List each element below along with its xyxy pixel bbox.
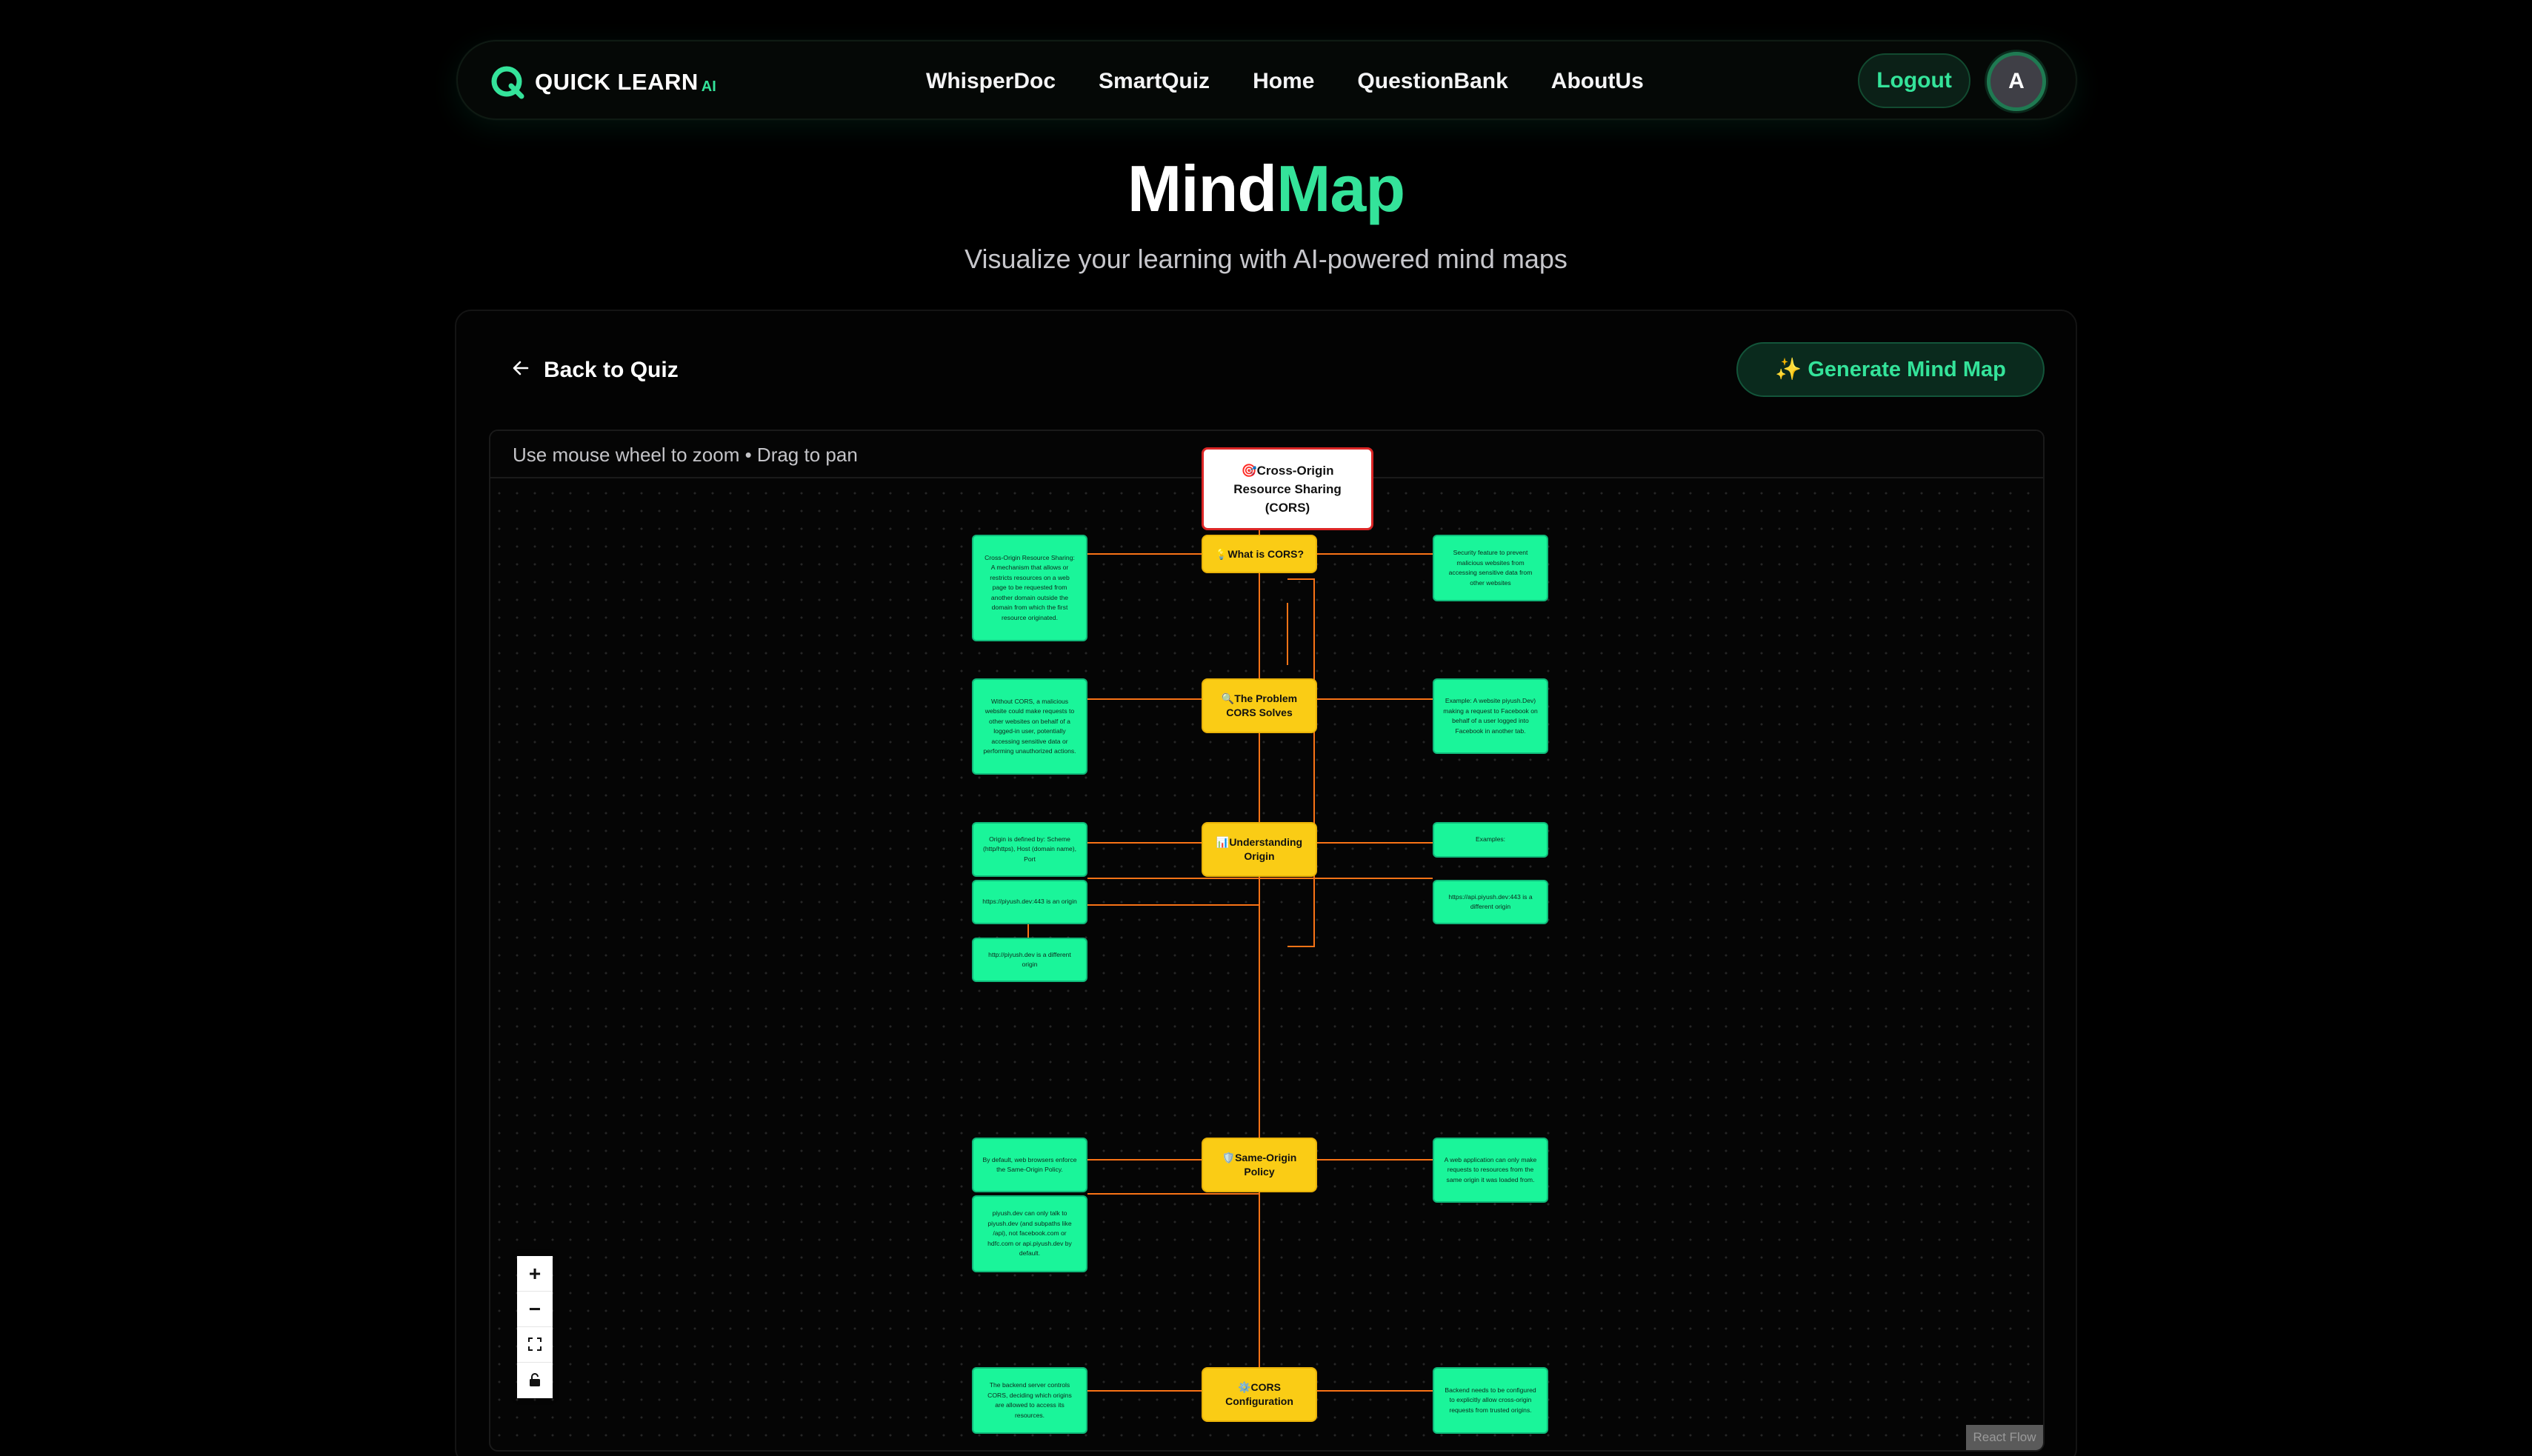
topic-node-label: 🔍The Problem CORS Solves bbox=[1221, 692, 1298, 718]
page-subtitle: Visualize your learning with AI-powered … bbox=[965, 244, 1567, 274]
detail-node-text: Example: A website piyush.Dev) making a … bbox=[1443, 697, 1538, 735]
detail-node[interactable]: https://api.piyush.dev:443 is a differen… bbox=[1433, 880, 1548, 924]
logo[interactable]: QUICK LEARN AI bbox=[489, 62, 716, 102]
nav-link-aboutus[interactable]: AboutUs bbox=[1551, 65, 1644, 98]
fit-view-button[interactable] bbox=[517, 1327, 553, 1363]
detail-node[interactable]: http://piyush.dev is a different origin bbox=[972, 938, 1087, 982]
detail-node[interactable]: Examples: bbox=[1433, 822, 1548, 858]
generate-mindmap-button[interactable]: ✨ Generate Mind Map bbox=[1736, 342, 2045, 397]
detail-node-text: The backend server controls CORS, decidi… bbox=[987, 1381, 1072, 1419]
back-to-quiz-label: Back to Quiz bbox=[544, 358, 679, 382]
topic-node[interactable]: 💡What is CORS? bbox=[1202, 535, 1317, 573]
topic-node-label: 🛡️Same-Origin Policy bbox=[1222, 1152, 1297, 1178]
mindmap-canvas[interactable]: Use mouse wheel to zoom • Drag to pan 🎯C… bbox=[489, 430, 2045, 1452]
fit-view-icon bbox=[527, 1333, 542, 1357]
mindmap-edges bbox=[1027, 526, 1433, 1406]
page-title-part2: Map bbox=[1276, 152, 1405, 225]
detail-node[interactable]: Backend needs to be configured to explic… bbox=[1433, 1367, 1548, 1434]
topic-node-label: 💡What is CORS? bbox=[1214, 547, 1305, 560]
detail-node[interactable]: Without CORS, a malicious website could … bbox=[972, 678, 1087, 775]
nav-link-smartquiz[interactable]: SmartQuiz bbox=[1099, 65, 1210, 98]
back-to-quiz-button[interactable]: Back to Quiz bbox=[511, 354, 679, 387]
detail-node-text: Cross-Origin Resource Sharing: A mechani… bbox=[985, 553, 1075, 621]
topic-node[interactable]: 🔍The Problem CORS Solves bbox=[1202, 678, 1317, 733]
arrow-left-icon bbox=[511, 358, 530, 383]
detail-node-text: https://api.piyush.dev:443 is a differen… bbox=[1448, 892, 1533, 911]
detail-node[interactable]: The backend server controls CORS, decidi… bbox=[972, 1367, 1087, 1434]
page-title-part1: Mind bbox=[1127, 152, 1277, 225]
detail-node-text: http://piyush.dev is a different origin bbox=[988, 950, 1071, 969]
minus-icon: − bbox=[528, 1297, 542, 1320]
topic-node[interactable]: ⚙️CORS Configuration bbox=[1202, 1367, 1317, 1422]
detail-node[interactable]: By default, web browsers enforce the Sam… bbox=[972, 1138, 1087, 1192]
topic-node-label: ⚙️CORS Configuration bbox=[1225, 1381, 1293, 1407]
detail-node-text: By default, web browsers enforce the Sam… bbox=[982, 1155, 1077, 1174]
logo-icon bbox=[489, 64, 526, 101]
lock-icon bbox=[528, 1369, 542, 1392]
detail-node-text: piyush.dev can only talk to piyush.dev (… bbox=[987, 1209, 1072, 1258]
lock-button[interactable] bbox=[517, 1363, 553, 1398]
root-node-label: 🎯Cross-Origin Resource Sharing (CORS) bbox=[1233, 463, 1342, 515]
detail-node-text: https://piyush.dev:443 is an origin bbox=[982, 898, 1077, 906]
detail-node-text: Backend needs to be configured to explic… bbox=[1445, 1386, 1536, 1414]
nav-link-whisperdoc[interactable]: WhisperDoc bbox=[926, 65, 1056, 98]
logo-sub: AI bbox=[701, 78, 716, 95]
detail-node-text: Examples: bbox=[1475, 835, 1506, 844]
edge-step-1 bbox=[1287, 578, 1315, 947]
detail-node[interactable]: https://piyush.dev:443 is an origin bbox=[972, 880, 1087, 924]
navbar: QUICK LEARN AI WhisperDoc SmartQuiz Home… bbox=[456, 40, 2077, 120]
page-title: MindMap bbox=[0, 148, 2532, 230]
detail-node[interactable]: Example: A website piyush.Dev) making a … bbox=[1433, 678, 1548, 754]
nav-links: WhisperDoc SmartQuiz Home QuestionBank A… bbox=[926, 65, 1687, 98]
flow-controls: + − bbox=[517, 1256, 553, 1398]
detail-node-text: Without CORS, a malicious website could … bbox=[983, 697, 1076, 755]
detail-node-text: A web application can only make requests… bbox=[1444, 1155, 1537, 1183]
nav-link-questionbank[interactable]: QuestionBank bbox=[1357, 65, 1507, 98]
detail-node[interactable]: piyush.dev can only talk to piyush.dev (… bbox=[972, 1195, 1087, 1272]
zoom-in-button[interactable]: + bbox=[517, 1256, 553, 1292]
detail-node[interactable]: A web application can only make requests… bbox=[1433, 1138, 1548, 1203]
react-flow-attribution[interactable]: React Flow bbox=[1966, 1425, 2043, 1450]
avatar[interactable]: A bbox=[1987, 52, 2046, 111]
topic-node[interactable]: 🛡️Same-Origin Policy bbox=[1202, 1138, 1317, 1192]
detail-node[interactable]: Origin is defined by: Scheme (http/https… bbox=[972, 822, 1087, 877]
detail-node[interactable]: Cross-Origin Resource Sharing: A mechani… bbox=[972, 535, 1087, 641]
mindmap-root-node[interactable]: 🎯Cross-Origin Resource Sharing (CORS) bbox=[1202, 447, 1373, 530]
nav-link-home[interactable]: Home bbox=[1253, 65, 1314, 98]
zoom-out-button[interactable]: − bbox=[517, 1292, 553, 1327]
detail-node-text: Security feature to prevent malicious we… bbox=[1448, 549, 1533, 587]
plus-icon: + bbox=[528, 1261, 542, 1285]
detail-node-text: Origin is defined by: Scheme (http/https… bbox=[982, 835, 1077, 863]
logout-button[interactable]: Logout bbox=[1858, 53, 1970, 108]
topic-node-label: 📊Understanding Origin bbox=[1216, 836, 1303, 862]
detail-node[interactable]: Security feature to prevent malicious we… bbox=[1433, 535, 1548, 601]
flow-hint: Use mouse wheel to zoom • Drag to pan bbox=[513, 444, 858, 466]
topic-node[interactable]: 📊Understanding Origin bbox=[1202, 822, 1317, 877]
logo-text: QUICK LEARN bbox=[535, 69, 699, 95]
